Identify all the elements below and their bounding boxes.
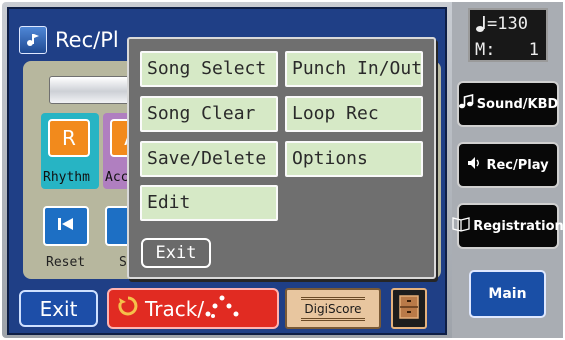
screen-title: Rec/Pl bbox=[19, 23, 119, 57]
reset-button[interactable] bbox=[43, 206, 89, 246]
reset-label: Reset bbox=[46, 255, 86, 270]
screen-title-text: Rec/Pl bbox=[55, 28, 119, 52]
sidebar: =130 M: 1 Sound/KBD Rec/Play Registratio… bbox=[452, 2, 564, 338]
exit-button[interactable]: Exit bbox=[19, 290, 98, 327]
tempo-value: =130 bbox=[487, 14, 528, 34]
sound-kbd-button[interactable]: Sound/KBD bbox=[457, 81, 559, 127]
popup-exit-button[interactable]: Exit bbox=[141, 238, 211, 268]
tempo-row: =130 bbox=[475, 14, 541, 40]
menu-loop-rec[interactable]: Loop Rec bbox=[285, 96, 423, 132]
track-button-label: Track/ bbox=[145, 296, 205, 321]
menu-save-delete[interactable]: Save/Delete bbox=[140, 141, 278, 177]
track-button[interactable]: Track/ bbox=[107, 288, 279, 329]
main-button[interactable]: Main bbox=[469, 270, 546, 318]
registration-button[interactable]: Registration bbox=[452, 203, 564, 249]
skip-to-start-icon bbox=[56, 216, 76, 236]
tempo-display: =130 M: 1 bbox=[468, 8, 548, 62]
rec-play-label: Rec/Play bbox=[486, 157, 549, 173]
quarter-note-icon bbox=[475, 14, 487, 40]
menu-song-clear[interactable]: Song Clear bbox=[140, 96, 278, 132]
menu-options[interactable]: Options bbox=[285, 141, 423, 177]
menu-punch-in-out[interactable]: Punch In/Out bbox=[285, 51, 423, 87]
sound-kbd-label: Sound/KBD bbox=[476, 96, 559, 112]
drawer-button[interactable] bbox=[391, 288, 427, 329]
registration-label: Registration bbox=[473, 218, 564, 234]
digiscore-button[interactable]: DigiScore bbox=[285, 288, 381, 329]
menu-edit[interactable]: Edit bbox=[140, 185, 278, 221]
speaker-icon bbox=[467, 155, 483, 175]
measure-label: M: bbox=[475, 40, 496, 60]
book-icon bbox=[452, 216, 470, 236]
music-notes-icon bbox=[458, 93, 474, 114]
digiscore-label: DigiScore bbox=[301, 296, 365, 321]
part-rhythm-key[interactable]: R bbox=[48, 119, 90, 157]
part-rhythm[interactable]: R Rhythm bbox=[41, 113, 99, 189]
rec-menu-popup: Song Select Punch In/Out Song Clear Loop… bbox=[127, 37, 436, 279]
menu-song-select[interactable]: Song Select bbox=[140, 51, 278, 87]
rec-play-button[interactable]: Rec/Play bbox=[457, 142, 559, 188]
bottom-bar: Exit Track/ DigiScore bbox=[19, 288, 439, 330]
refresh-cycle-icon bbox=[117, 295, 139, 322]
drawer-icon bbox=[399, 294, 419, 323]
measure-row: M: 1 bbox=[475, 40, 541, 61]
part-rhythm-label: Rhythm bbox=[43, 170, 90, 185]
dots-pattern-icon bbox=[204, 294, 244, 323]
lcd-screen: Rec/Pl R Rhythm A Acc Reset S Exit bbox=[7, 7, 447, 335]
stop-label: S bbox=[119, 255, 127, 270]
part-accomp-label: Acc bbox=[105, 170, 129, 185]
measure-value: 1 bbox=[528, 40, 539, 60]
rec-play-app-icon bbox=[19, 26, 47, 54]
